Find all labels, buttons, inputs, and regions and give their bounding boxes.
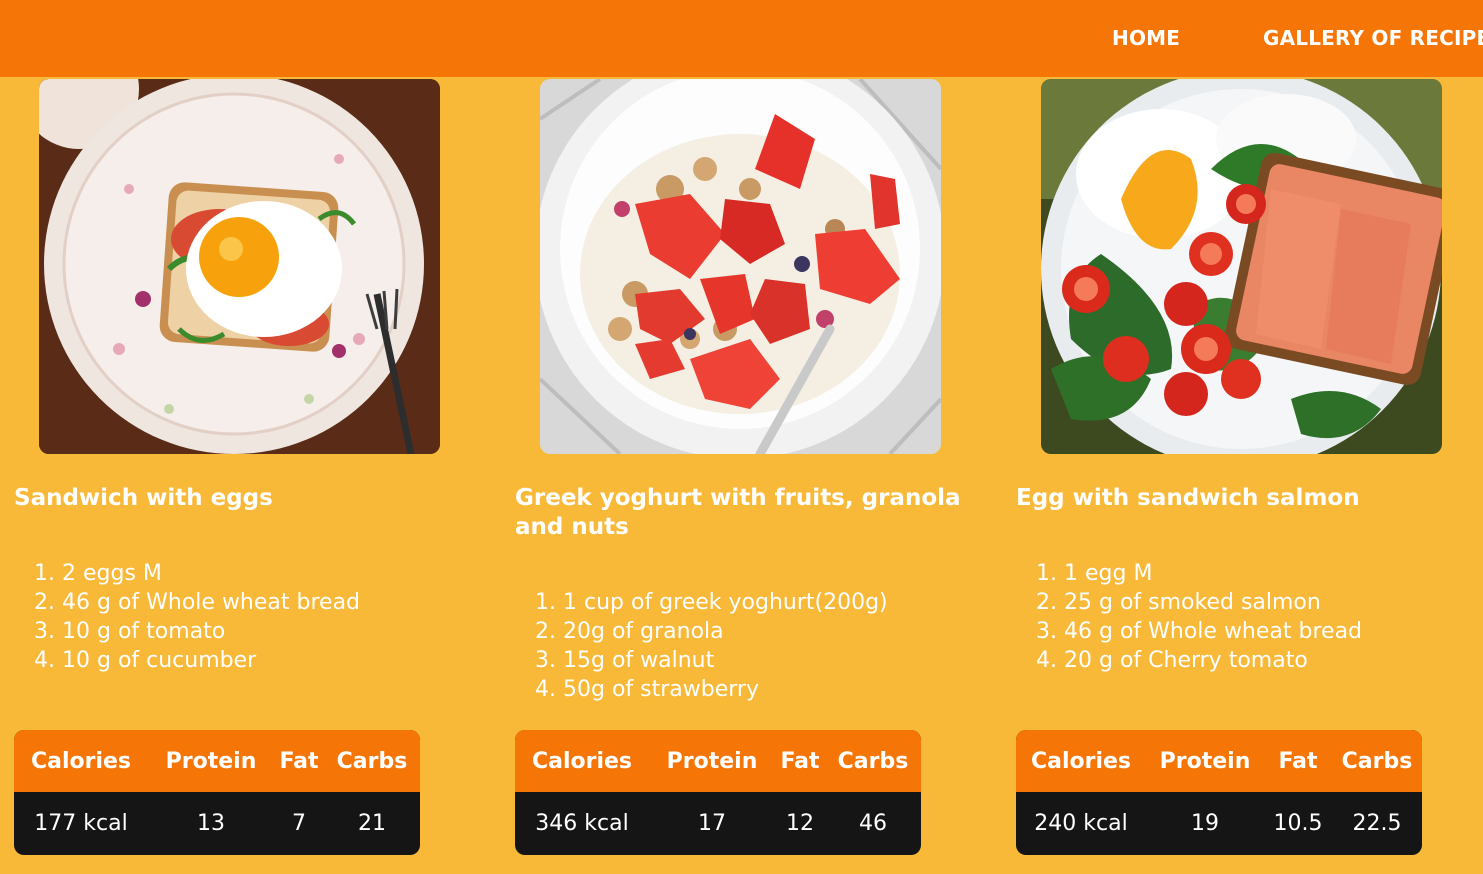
recipe-photo-greek-yoghurt bbox=[540, 79, 941, 454]
value-carbs: 21 bbox=[358, 811, 386, 836]
header-carbs: Carbs bbox=[1341, 748, 1413, 774]
ingredients-list: 1 cup of greek yoghurt(200g) 20g of gran… bbox=[515, 588, 995, 704]
value-fat: 7 bbox=[292, 811, 306, 836]
nutrition-table-row: 177 kcal 13 7 21 bbox=[14, 792, 420, 855]
nutrition-table-row: 240 kcal 19 10.5 22.5 bbox=[1016, 792, 1422, 855]
ingredient-item: 20 g of Cherry tomato bbox=[1064, 648, 1308, 673]
value-fat: 12 bbox=[786, 811, 814, 836]
nutrition-table: Calories Protein Fat Carbs 346 kcal 17 1… bbox=[515, 730, 921, 855]
header-calories: Calories bbox=[531, 748, 633, 774]
ingredient-item: 46 g of Whole wheat bread bbox=[1064, 619, 1363, 644]
nav-gallery-of-recipes-link[interactable]: GALLERY OF RECIPES bbox=[1263, 26, 1483, 50]
ingredient-item: 10 g of cucumber bbox=[62, 648, 257, 673]
value-protein: 17 bbox=[698, 811, 726, 836]
ingredients-list: 1 egg M 25 g of smoked salmon 46 g of Wh… bbox=[1016, 559, 1483, 675]
header-carbs: Carbs bbox=[837, 748, 909, 774]
value-protein: 13 bbox=[197, 811, 225, 836]
ingredient-item: 15g of walnut bbox=[563, 648, 715, 673]
ingredient-item: 25 g of smoked salmon bbox=[1064, 590, 1321, 615]
header-fat: Fat bbox=[279, 748, 319, 774]
header-fat: Fat bbox=[780, 748, 820, 774]
recipe-title: Greek yoghurt with fruits, granola and n… bbox=[515, 485, 961, 540]
ingredient-item: 1 egg M bbox=[1064, 561, 1153, 586]
value-calories: 240 kcal bbox=[1034, 811, 1128, 836]
header-protein: Protein bbox=[1159, 748, 1251, 774]
recipe-photo-egg-with-salmon bbox=[1041, 79, 1442, 454]
ingredient-item: 50g of strawberry bbox=[563, 677, 759, 702]
header-calories: Calories bbox=[30, 748, 132, 774]
recipe-title: Sandwich with eggs bbox=[14, 485, 273, 511]
header-carbs: Carbs bbox=[336, 748, 408, 774]
value-carbs: 22.5 bbox=[1352, 811, 1402, 836]
header-calories: Calories bbox=[1030, 748, 1132, 774]
nutrition-table: Calories Protein Fat Carbs 240 kcal 19 1… bbox=[1016, 730, 1422, 855]
nutrition-table-header: Calories Protein Fat Carbs bbox=[1016, 730, 1422, 792]
nutrition-table-header: Calories Protein Fat Carbs bbox=[515, 730, 921, 792]
header-protein: Protein bbox=[666, 748, 758, 774]
header-fat: Fat bbox=[1278, 748, 1318, 774]
header-protein: Protein bbox=[165, 748, 257, 774]
ingredient-item: 20g of granola bbox=[563, 619, 724, 644]
ingredients-list: 2 eggs M 46 g of Whole wheat bread 10 g … bbox=[14, 559, 494, 675]
nutrition-table-row: 346 kcal 17 12 46 bbox=[515, 792, 921, 855]
nutrition-table: Calories Protein Fat Carbs 177 kcal 13 7… bbox=[14, 730, 420, 855]
ingredient-item: 2 eggs M bbox=[62, 561, 162, 586]
value-calories: 346 kcal bbox=[535, 811, 629, 836]
nutrition-table-header: Calories Protein Fat Carbs bbox=[14, 730, 420, 792]
recipe-title: Egg with sandwich salmon bbox=[1016, 485, 1360, 511]
ingredient-item: 46 g of Whole wheat bread bbox=[62, 590, 361, 615]
value-fat: 10.5 bbox=[1273, 811, 1323, 836]
recipe-photo-sandwich-with-eggs bbox=[39, 79, 440, 454]
nav-home-link[interactable]: HOME bbox=[1112, 26, 1180, 50]
value-protein: 19 bbox=[1191, 811, 1219, 836]
value-carbs: 46 bbox=[859, 811, 887, 836]
ingredient-item: 10 g of tomato bbox=[62, 619, 226, 644]
value-calories: 177 kcal bbox=[34, 811, 128, 836]
ingredient-item: 1 cup of greek yoghurt(200g) bbox=[563, 590, 888, 615]
top-navigation-bar: HOME GALLERY OF RECIPES bbox=[0, 0, 1483, 77]
